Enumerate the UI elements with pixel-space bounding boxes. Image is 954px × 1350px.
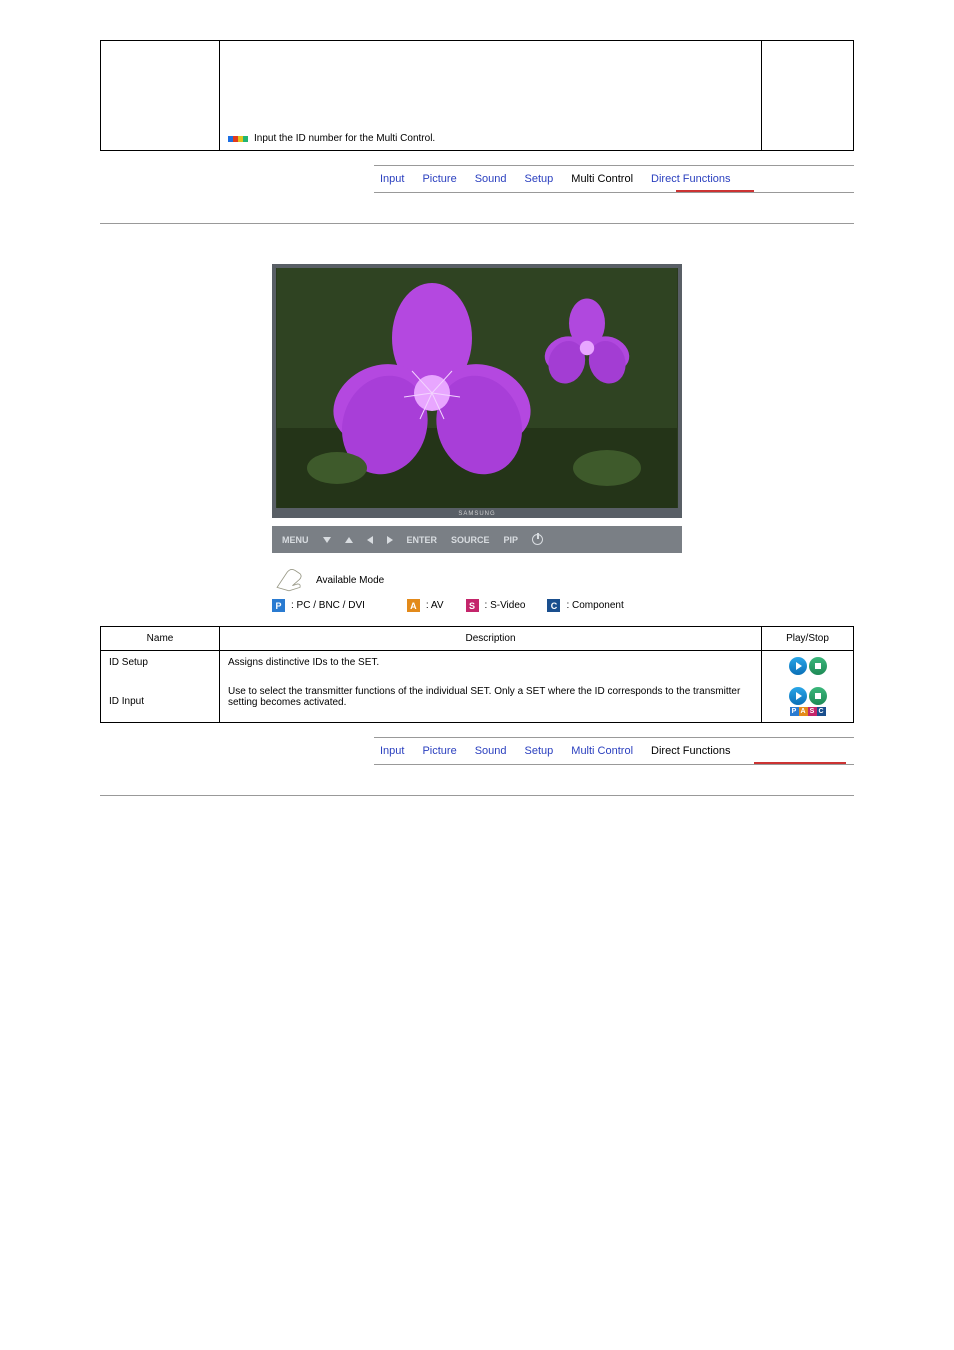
top-desc-cell: Input the ID number for the Multi Contro… xyxy=(220,41,762,151)
tabs-row-2: Input Picture Sound Setup Multi Control … xyxy=(374,737,854,765)
monitor-button-bar: MENU ENTER SOURCE PIP xyxy=(272,526,682,553)
mode-s-icon: S xyxy=(466,599,479,612)
tab-setup[interactable]: Setup xyxy=(525,745,554,757)
row1-name: ID Setup xyxy=(109,657,148,668)
btn-pip: PIP xyxy=(504,535,519,545)
row2-play: PASC xyxy=(762,681,854,723)
mode-c-icon: C xyxy=(547,599,560,612)
colorbar-icon xyxy=(228,136,248,142)
top-play-cell xyxy=(762,41,854,151)
mode-s-label: : S-Video xyxy=(485,600,526,611)
monitor-illustration: SAMSUNG MENU ENTER SOURCE PIP xyxy=(272,264,682,553)
row2-name: ID Input xyxy=(109,696,144,707)
play-stop-button[interactable] xyxy=(789,657,827,675)
pasc-badge: PASC xyxy=(770,707,845,716)
power-icon xyxy=(532,534,543,545)
mode-a-label: : AV xyxy=(426,600,444,611)
brand-label: SAMSUNG xyxy=(276,511,678,517)
hand-icon xyxy=(272,563,306,593)
tab-multi-control[interactable]: Multi Control xyxy=(571,745,633,757)
mode-a-icon: A xyxy=(407,599,420,612)
tab-setup[interactable]: Setup xyxy=(525,173,554,185)
tab-direct-functions[interactable]: Direct Functions xyxy=(651,745,730,757)
down-icon xyxy=(323,537,331,543)
th-name: Name xyxy=(101,627,220,651)
left-icon xyxy=(367,536,373,544)
tab-picture[interactable]: Picture xyxy=(422,173,456,185)
multi-control-table: Name Description Play/Stop ID Setup ID I… xyxy=(100,626,854,723)
btn-enter: ENTER xyxy=(407,535,438,545)
mode-c-label: : Component xyxy=(566,600,623,611)
tab-input[interactable]: Input xyxy=(380,745,404,757)
tab-sound[interactable]: Sound xyxy=(475,745,507,757)
top-desc-text: Input the ID number for the Multi Contro… xyxy=(254,133,435,144)
row1-play xyxy=(762,651,854,682)
available-mode-label: Available Mode xyxy=(316,575,384,586)
tab-picture[interactable]: Picture xyxy=(422,745,456,757)
mode-badges: P : PC / BNC / DVI A : AV S : S-Video C … xyxy=(272,599,682,612)
mode-p-icon: P xyxy=(272,599,285,612)
mode-p-label: : PC / BNC / DVI xyxy=(291,600,365,611)
right-icon xyxy=(387,536,393,544)
flower-image xyxy=(276,268,678,508)
tab-input[interactable]: Input xyxy=(380,173,404,185)
tabs-row-1: Input Picture Sound Setup Multi Control … xyxy=(374,165,854,193)
row1-desc: Assigns distinctive IDs to the SET. xyxy=(228,657,379,668)
btn-source: SOURCE xyxy=(451,535,490,545)
up-icon xyxy=(345,537,353,543)
tab-sound[interactable]: Sound xyxy=(475,173,507,185)
th-desc: Description xyxy=(220,627,762,651)
tab-direct-functions[interactable]: Direct Functions xyxy=(651,173,730,185)
table-row: ID Setup ID Input Assigns distinctive ID… xyxy=(101,651,854,682)
tab-multi-control[interactable]: Multi Control xyxy=(571,173,633,185)
btn-menu: MENU xyxy=(282,535,309,545)
th-play: Play/Stop xyxy=(762,627,854,651)
play-stop-button[interactable] xyxy=(789,687,827,705)
row2-desc: Use to select the transmitter functions … xyxy=(228,686,740,708)
top-partial-table: Input the ID number for the Multi Contro… xyxy=(100,40,854,151)
available-mode-note: Available Mode xyxy=(272,563,682,593)
top-name-cell xyxy=(101,41,220,151)
